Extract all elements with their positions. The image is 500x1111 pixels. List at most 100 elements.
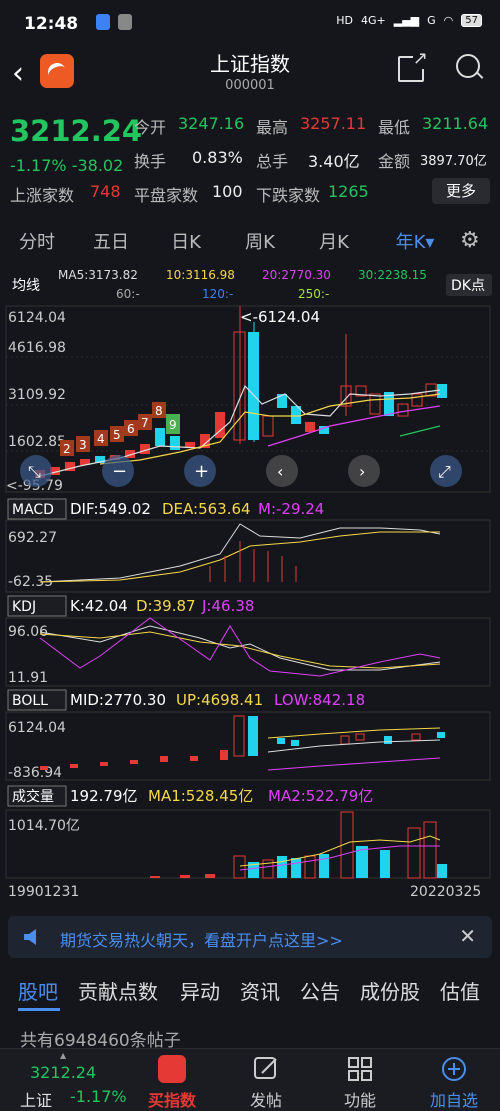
search-icon[interactable] bbox=[456, 54, 484, 82]
rise-label: 上涨家数 bbox=[10, 186, 75, 205]
quote-panel: 3212.24 -1.17% -38.02 今开 3247.16 最高 3257… bbox=[0, 108, 500, 206]
volume-ma2-line bbox=[239, 845, 440, 871]
notification-icon bbox=[118, 14, 132, 30]
marker-label: 9 bbox=[169, 418, 177, 432]
boll-mid: MID:2770.30 bbox=[70, 691, 166, 709]
status-right: HD 4G+ ▂▄▆ G ◠ 57 bbox=[336, 14, 482, 27]
active-tab-underline bbox=[18, 1008, 60, 1011]
grid-icon bbox=[348, 1057, 372, 1081]
boll-y-bottom: -836.94 bbox=[8, 765, 62, 781]
y-label: 4616.98 bbox=[8, 340, 66, 356]
status-bar: 12:48 HD 4G+ ▂▄▆ G ◠ 57 bbox=[0, 0, 500, 46]
add-watchlist-button[interactable]: 加自选 bbox=[414, 1055, 494, 1111]
signal-icon: ▂▄▆ bbox=[393, 14, 420, 27]
macd-y-top: 692.27 bbox=[8, 530, 57, 546]
change-abs: -38.02 bbox=[71, 156, 124, 175]
kline-svg[interactable]: 均线 MA5:3173.82 10:3116.98 20:2770.30 30:… bbox=[0, 266, 500, 906]
ma-label[interactable]: 均线 bbox=[12, 278, 40, 294]
shrink-icon: ⤡ bbox=[28, 462, 41, 481]
marker-label: 6 bbox=[127, 422, 135, 436]
ma120-value: 120:- bbox=[202, 287, 233, 301]
ma20-value: 20:2770.30 bbox=[262, 268, 331, 282]
ma10-value: 10:3116.98 bbox=[166, 268, 235, 282]
tab-contribution[interactable]: 贡献点数 bbox=[78, 976, 158, 1005]
tab-news[interactable]: 资讯 bbox=[240, 976, 280, 1005]
bottom-name: 上证 bbox=[20, 1091, 53, 1110]
hd-icon: HD bbox=[336, 14, 353, 27]
expand-icon: ⤢ bbox=[438, 462, 451, 481]
candle bbox=[369, 393, 381, 415]
ma30-value: 30:2238.15 bbox=[358, 268, 427, 282]
volume-label: 总手 bbox=[256, 152, 289, 171]
candle bbox=[262, 415, 274, 437]
expand-up-icon[interactable]: ▲ bbox=[60, 1051, 66, 1060]
macd-bars bbox=[209, 541, 297, 582]
buy-index-button[interactable]: 买指数 bbox=[132, 1055, 212, 1111]
speaker-icon bbox=[24, 929, 36, 945]
kdj-k: K:42.04 bbox=[70, 597, 128, 615]
plus-circle-icon bbox=[442, 1057, 466, 1081]
tab-announcement[interactable]: 公告 bbox=[300, 976, 340, 1005]
volume-value: 192.79亿 bbox=[70, 787, 138, 805]
candle bbox=[305, 422, 315, 432]
tab-intraday[interactable]: 分时 bbox=[6, 228, 68, 254]
tab-daily-k[interactable]: 日K bbox=[155, 228, 217, 254]
boll-up-line bbox=[267, 727, 441, 739]
volume-ma1-line bbox=[239, 835, 441, 867]
kdj-panel-frame bbox=[5, 617, 491, 687]
notification-icon bbox=[96, 14, 110, 30]
tab-guba[interactable]: 股吧 bbox=[18, 976, 58, 1005]
volume-value: 3.40亿 bbox=[308, 152, 360, 171]
rise-value: 748 bbox=[90, 182, 121, 201]
tab-valuation[interactable]: 估值 bbox=[440, 976, 480, 1005]
macd-dea: DEA:563.64 bbox=[162, 500, 251, 518]
close-icon[interactable]: ✕ bbox=[459, 924, 476, 948]
period-tabs: 分时 五日 日K 周K 月K 年K▾ ⚙ bbox=[0, 220, 500, 260]
share-icon[interactable] bbox=[398, 48, 428, 82]
boll-low: LOW:842.18 bbox=[274, 691, 365, 709]
tab-yearly-k[interactable]: 年K▾ bbox=[384, 228, 446, 254]
ma250-value: 250:- bbox=[298, 287, 329, 301]
tab-monthly-k[interactable]: 月K bbox=[303, 228, 365, 254]
candle bbox=[411, 393, 423, 407]
kdj-j-line bbox=[39, 617, 441, 677]
post-button[interactable]: 发帖 bbox=[226, 1055, 306, 1111]
macd-m: M:-29.24 bbox=[258, 500, 324, 518]
post-label: 发帖 bbox=[249, 1091, 282, 1110]
fall-value: 1265 bbox=[328, 182, 369, 201]
volume-bars bbox=[150, 811, 447, 879]
low-value: 3211.64 bbox=[422, 114, 489, 133]
kline-chart-area: 均线 MA5:3173.82 10:3116.98 20:2770.30 30:… bbox=[0, 266, 500, 906]
ma30-line bbox=[399, 425, 441, 437]
promo-banner[interactable]: 期货交易热火朝天，看盘开户点这里>> ✕ bbox=[8, 916, 492, 958]
marker-label: 7 bbox=[141, 416, 149, 430]
tab-movement[interactable]: 异动 bbox=[180, 976, 220, 1005]
tab-constituents[interactable]: 成份股 bbox=[360, 976, 420, 1005]
wifi-label: G bbox=[427, 14, 436, 27]
candle bbox=[155, 428, 165, 446]
banner-text: 期货交易热火朝天，看盘开户点这里>> bbox=[60, 931, 343, 950]
tab-weekly-k[interactable]: 周K bbox=[229, 228, 291, 254]
candle bbox=[170, 436, 180, 450]
high-value: 3257.11 bbox=[300, 114, 367, 133]
y-label: 3109.92 bbox=[8, 387, 66, 403]
chart-up-icon bbox=[158, 1055, 186, 1083]
candle bbox=[248, 332, 259, 440]
function-button[interactable]: 功能 bbox=[320, 1055, 400, 1111]
gear-icon[interactable]: ⚙ bbox=[460, 228, 484, 253]
flat-value: 100 bbox=[212, 182, 243, 201]
change-pct: -1.17% bbox=[10, 156, 67, 175]
boll-low-line bbox=[267, 757, 441, 771]
turnover-value: 0.83% bbox=[192, 148, 243, 167]
volume-ma2: MA2:522.79亿 bbox=[268, 787, 373, 805]
dk-button[interactable]: DK点 bbox=[451, 278, 485, 294]
more-button[interactable]: 更多 bbox=[432, 178, 490, 204]
ma60-value: 60:- bbox=[116, 287, 140, 301]
macd-dif: DIF:549.02 bbox=[70, 500, 151, 518]
kdj-d: D:39.87 bbox=[136, 597, 196, 615]
high-label: 最高 bbox=[256, 118, 289, 137]
marker-label: 8 bbox=[155, 404, 163, 418]
tab-five-day[interactable]: 五日 bbox=[80, 228, 142, 254]
flat-label: 平盘家数 bbox=[134, 186, 199, 205]
open-value: 3247.16 bbox=[178, 114, 245, 133]
